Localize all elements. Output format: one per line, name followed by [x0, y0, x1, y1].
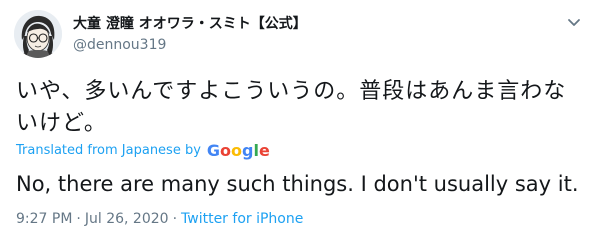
chevron-down-icon [568, 19, 580, 26]
tweet-text: いや、多いんですよこういうの。普段はあんま言わないけど。 [16, 79, 567, 136]
tweet-card: 大童 澄瞳 オオワラ・スミト【公式】 @dennou319 いや、多いんですよこ… [0, 0, 598, 244]
google-logo-letter: G [206, 141, 221, 160]
google-logo: Google [207, 141, 270, 160]
tweet-source-link[interactable]: Twitter for iPhone [181, 211, 303, 227]
google-logo-letter: o [231, 141, 243, 160]
meta-separator: · [172, 211, 178, 227]
tweet-date[interactable]: Jul 26, 2020 [85, 211, 169, 227]
google-logo-letter: e [258, 141, 270, 160]
meta-separator: · [76, 211, 81, 227]
google-logo-letter: g [242, 141, 254, 160]
display-name[interactable]: 大童 澄瞳 オオワラ・スミト【公式】 [73, 13, 307, 33]
google-logo-letter: o [220, 141, 232, 160]
user-handle[interactable]: @dennou319 [73, 37, 166, 53]
translated-from-label: Translated from Japanese by [16, 143, 201, 158]
translation-attribution[interactable]: Translated from Japanese by Google [16, 141, 270, 160]
tweet-meta: 9:27 PM · Jul 26, 2020 · Twitter for iPhone [16, 211, 303, 227]
translated-text: No, there are many such things. I don't … [16, 172, 579, 196]
avatar-illustration-icon [14, 10, 62, 58]
avatar[interactable] [14, 10, 62, 58]
tweet-time[interactable]: 9:27 PM [16, 211, 72, 227]
tweet-menu-button[interactable] [564, 12, 584, 32]
